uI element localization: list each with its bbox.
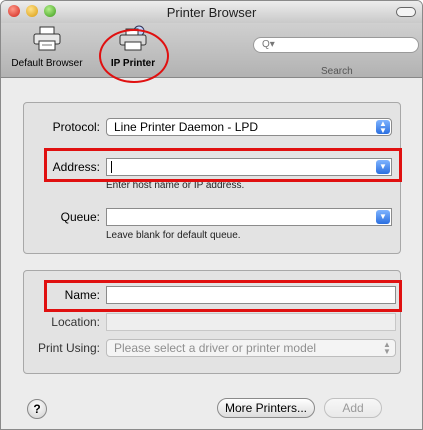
popup-arrows-icon: ▲ ▼ — [376, 120, 390, 135]
name-highlight — [44, 280, 402, 312]
print-using-popup[interactable]: Please select a driver or printer model … — [106, 339, 396, 357]
add-button[interactable]: Add — [324, 398, 382, 418]
search-field[interactable]: Q▾ — [253, 37, 419, 53]
help-button[interactable]: ? — [27, 399, 47, 419]
dropdown-arrow-icon[interactable]: ▼ — [376, 210, 390, 224]
default-browser-label: Default Browser — [11, 58, 83, 69]
protocol-label: Protocol: — [52, 120, 100, 134]
default-browser-button[interactable]: Default Browser — [5, 25, 89, 69]
protocol-value: Line Printer Daemon - LPD — [114, 120, 259, 134]
location-field[interactable] — [106, 313, 396, 331]
more-printers-button[interactable]: More Printers... — [217, 398, 315, 418]
toolbar: Default Browser IP Printer Q▾ Search — [1, 23, 422, 83]
queue-label: Queue: — [60, 210, 100, 224]
address-highlight — [44, 148, 402, 182]
print-using-label: Print Using: — [37, 341, 100, 355]
search-label: Search — [321, 66, 353, 77]
title-bar: Printer Browser — [1, 1, 422, 23]
ip-printer-highlight — [99, 29, 169, 83]
print-using-value: Please select a driver or printer model — [114, 341, 317, 355]
protocol-popup[interactable]: Line Printer Daemon - LPD ▲ ▼ — [106, 118, 392, 136]
toolbar-toggle-button[interactable] — [396, 7, 416, 17]
queue-field[interactable]: ▼ — [106, 208, 392, 226]
location-label: Location: — [51, 315, 100, 329]
window-title: Printer Browser — [166, 5, 257, 20]
search-icon: Q▾ — [262, 39, 275, 50]
popup-arrows-icon: ▲ ▼ — [383, 340, 391, 356]
printer-browser-window: Printer Browser Default Browser IP Print… — [0, 0, 423, 430]
printer-icon — [33, 26, 61, 51]
queue-hint: Leave blank for default queue. — [106, 230, 241, 241]
